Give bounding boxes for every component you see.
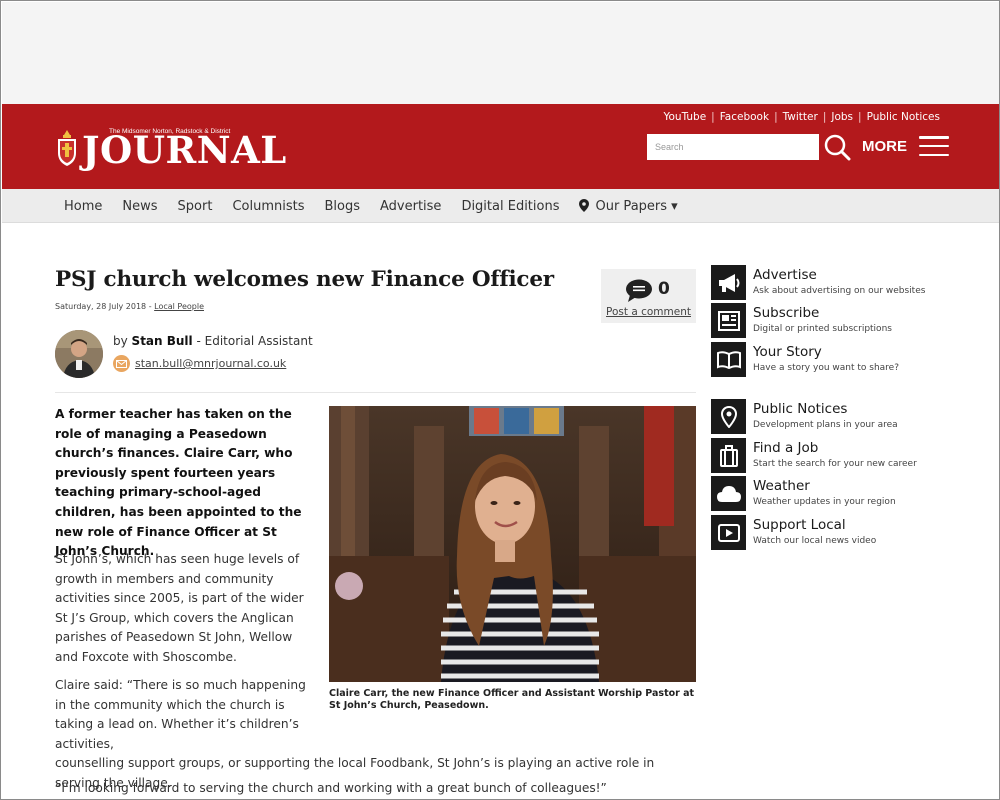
link-separator: |: [858, 111, 862, 123]
sidebar-item-support-local[interactable]: Support Local Watch our local news video: [711, 515, 971, 551]
video-icon: [711, 515, 746, 550]
nav-advertise[interactable]: Advertise: [370, 199, 451, 214]
advert-banner: [2, 2, 999, 104]
jobs-link[interactable]: Jobs: [831, 111, 853, 123]
sidebar-item-title: Subscribe: [753, 305, 820, 321]
megaphone-icon: [711, 265, 746, 300]
sidebar-item-desc: Start the search for your new career: [753, 459, 917, 469]
paragraph-part: Claire said: “There is so much happening…: [55, 678, 306, 751]
briefcase-icon: [711, 438, 746, 473]
search-icon[interactable]: [823, 133, 851, 161]
cloud-icon: [711, 476, 746, 511]
main-navigation: Home News Sport Columnists Blogs Adverti…: [2, 189, 999, 223]
crest-icon: [58, 130, 76, 166]
link-separator: |: [822, 111, 827, 123]
author-avatar: [55, 330, 103, 378]
public-notices-link[interactable]: Public Notices: [867, 111, 940, 123]
comments-box[interactable]: 0 Post a comment: [601, 269, 696, 323]
site-logo[interactable]: The Midsomer Norton, Radstock & District…: [55, 126, 286, 171]
article-title: PSJ church welcomes new Finance Officer: [55, 267, 554, 292]
sidebar-item-desc: Watch our local news video: [753, 536, 877, 546]
more-menu-button[interactable]: MORE: [862, 136, 949, 156]
sidebar-item-desc: Digital or printed subscriptions: [753, 324, 892, 334]
more-label: MORE: [862, 137, 907, 155]
sidebar-item-title: Support Local: [753, 517, 846, 533]
photo-caption: Claire Carr, the new Finance Officer and…: [329, 688, 695, 711]
author-email[interactable]: stan.bull@mnrjournal.co.uk: [113, 355, 286, 372]
article-category-link[interactable]: Local People: [154, 302, 204, 311]
sidebar-item-title: Public Notices: [753, 401, 848, 417]
author-name[interactable]: Stan Bull: [132, 334, 193, 348]
nav-home[interactable]: Home: [54, 199, 112, 214]
facebook-link[interactable]: Facebook: [720, 111, 769, 123]
nav-news[interactable]: News: [112, 199, 167, 214]
sidebar-item-desc: Weather updates in your region: [753, 497, 896, 507]
sidebar-item-public-notices[interactable]: Public Notices Development plans in your…: [711, 399, 971, 435]
nav-columnists[interactable]: Columnists: [222, 199, 314, 214]
page-frame: The Midsomer Norton, Radstock & District…: [0, 0, 1000, 800]
top-links: YouTube | Facebook | Twitter | Jobs | Pu…: [663, 111, 940, 123]
sidebar-item-title: Advertise: [753, 267, 817, 283]
map-pin-icon: [579, 198, 590, 212]
open-book-icon: [711, 342, 746, 377]
sidebar-item-your-story[interactable]: Your Story Have a story you want to shar…: [711, 342, 971, 378]
nav-sport[interactable]: Sport: [168, 199, 223, 214]
sidebar-item-desc: Ask about advertising on our websites: [753, 286, 926, 296]
post-comment-link[interactable]: Post a comment: [601, 306, 696, 318]
sidebar-item-title: Find a Job: [753, 440, 819, 456]
byline-prefix: by: [113, 334, 128, 348]
author-role: - Editorial Assistant: [196, 334, 313, 348]
nav-blogs[interactable]: Blogs: [314, 199, 370, 214]
sidebar-item-desc: Development plans in your area: [753, 420, 898, 430]
sidebar-item-advertise[interactable]: Advertise Ask about advertising on our w…: [711, 265, 971, 301]
youtube-link[interactable]: YouTube: [663, 111, 706, 123]
article-photo: [329, 406, 696, 682]
divider: [55, 392, 696, 393]
sidebar-item-desc: Have a story you want to share?: [753, 363, 899, 373]
article-paragraph: St John’s, which has seen huge levels of…: [55, 552, 304, 664]
link-separator: |: [774, 111, 778, 123]
comment-count: 0: [658, 279, 670, 299]
article-meta: Saturday, 28 July 2018 - Local People: [55, 302, 204, 311]
nav-digital-editions[interactable]: Digital Editions: [451, 199, 569, 214]
link-separator: |: [711, 111, 715, 123]
article-date: Saturday, 28 July 2018: [55, 302, 147, 311]
masthead: The Midsomer Norton, Radstock & District…: [2, 104, 999, 189]
logo-title: JOURNAL: [82, 128, 287, 172]
newspaper-icon: [711, 303, 746, 338]
map-pin-icon: [711, 399, 746, 434]
sidebar-item-title: Your Story: [753, 344, 822, 360]
twitter-link[interactable]: Twitter: [783, 111, 818, 123]
sidebar-item-weather[interactable]: Weather Weather updates in your region: [711, 476, 971, 512]
article-lead: A former teacher has taken on the role o…: [55, 407, 302, 559]
envelope-icon: [113, 355, 130, 372]
search-input[interactable]: [647, 134, 819, 160]
author-email-address: stan.bull@mnrjournal.co.uk: [135, 357, 287, 370]
sidebar-item-find-a-job[interactable]: Find a Job Start the search for your new…: [711, 438, 971, 474]
our-papers-label: Our Papers ▾: [595, 198, 678, 214]
hamburger-icon: [919, 136, 949, 156]
sidebar-item-subscribe[interactable]: Subscribe Digital or printed subscriptio…: [711, 303, 971, 339]
nav-our-papers[interactable]: Our Papers ▾: [569, 198, 687, 214]
article-quote: “I’m looking forward to serving the chur…: [55, 781, 607, 795]
author-byline: by Stan Bull - Editorial Assistant: [113, 334, 313, 348]
sidebar-item-title: Weather: [753, 478, 810, 494]
comment-bubble-icon: [626, 279, 652, 302]
